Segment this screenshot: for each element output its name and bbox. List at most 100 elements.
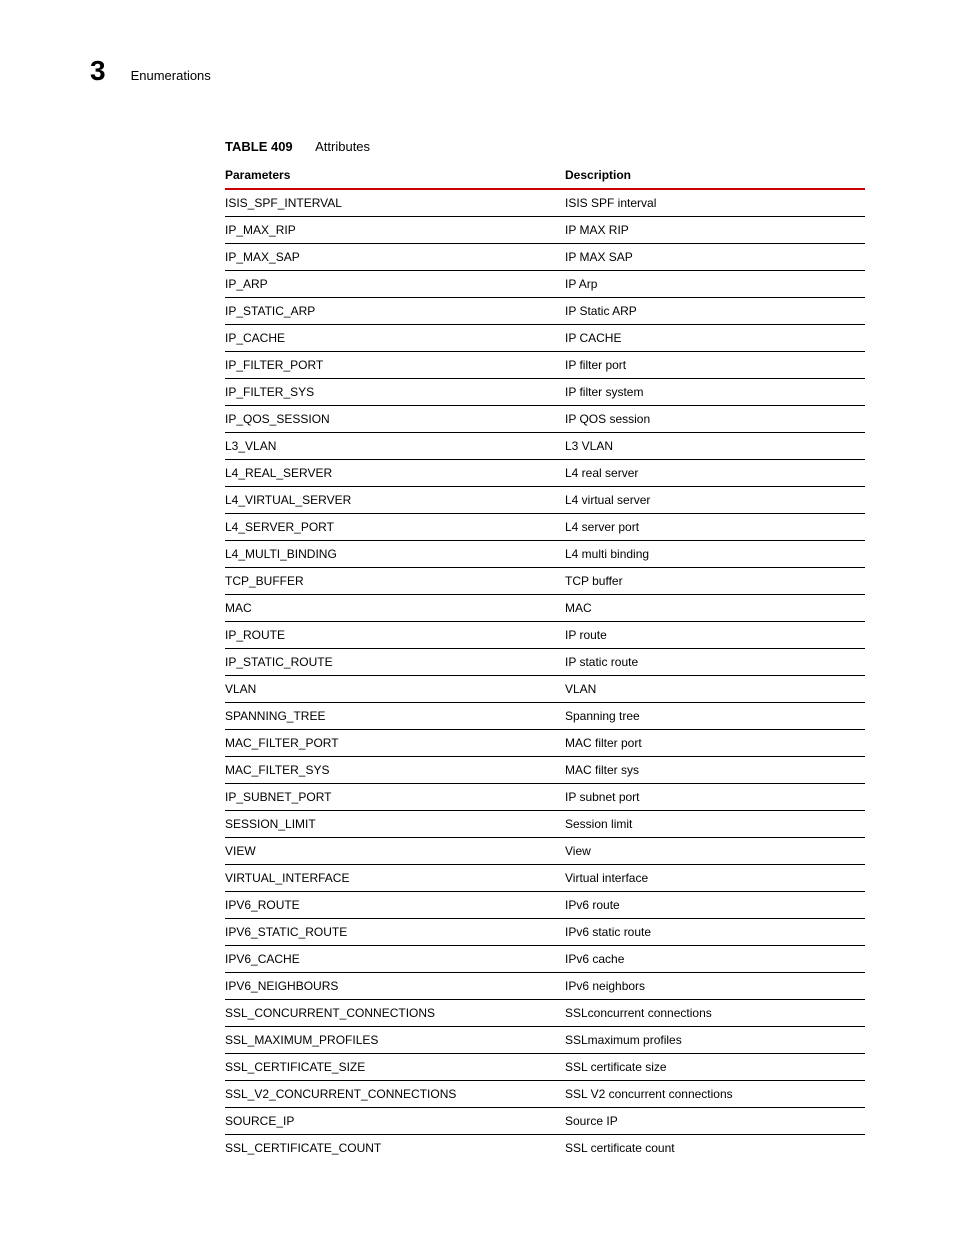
cell-parameter: IP_FILTER_SYS <box>225 379 565 406</box>
cell-parameter: IP_ROUTE <box>225 622 565 649</box>
column-header-description: Description <box>565 162 865 189</box>
cell-parameter: MAC_FILTER_PORT <box>225 730 565 757</box>
cell-description: SSL certificate count <box>565 1135 865 1162</box>
table-row: IP_ROUTEIP route <box>225 622 865 649</box>
cell-description: Session limit <box>565 811 865 838</box>
cell-parameter: VLAN <box>225 676 565 703</box>
table-row: L4_SERVER_PORTL4 server port <box>225 514 865 541</box>
cell-description: IP route <box>565 622 865 649</box>
table-row: SOURCE_IPSource IP <box>225 1108 865 1135</box>
cell-parameter: IP_ARP <box>225 271 565 298</box>
cell-description: IPv6 static route <box>565 919 865 946</box>
cell-description: IPv6 neighbors <box>565 973 865 1000</box>
cell-parameter: SOURCE_IP <box>225 1108 565 1135</box>
table-row: IP_MAX_RIPIP MAX RIP <box>225 217 865 244</box>
cell-description: SSLconcurrent connections <box>565 1000 865 1027</box>
table-row: IP_STATIC_ROUTEIP static route <box>225 649 865 676</box>
cell-parameter: IP_SUBNET_PORT <box>225 784 565 811</box>
table-row: L4_REAL_SERVERL4 real server <box>225 460 865 487</box>
table-row: SSL_CONCURRENT_CONNECTIONSSSLconcurrent … <box>225 1000 865 1027</box>
table-row: MACMAC <box>225 595 865 622</box>
cell-parameter: IP_STATIC_ARP <box>225 298 565 325</box>
table-row: SESSION_LIMITSession limit <box>225 811 865 838</box>
cell-description: L4 virtual server <box>565 487 865 514</box>
cell-parameter: SSL_MAXIMUM_PROFILES <box>225 1027 565 1054</box>
cell-parameter: IPV6_NEIGHBOURS <box>225 973 565 1000</box>
cell-parameter: SSL_CERTIFICATE_COUNT <box>225 1135 565 1162</box>
table-row: IP_FILTER_SYSIP filter system <box>225 379 865 406</box>
cell-description: IP MAX SAP <box>565 244 865 271</box>
cell-parameter: SSL_CERTIFICATE_SIZE <box>225 1054 565 1081</box>
cell-description: IP subnet port <box>565 784 865 811</box>
cell-parameter: SSL_V2_CONCURRENT_CONNECTIONS <box>225 1081 565 1108</box>
table-title: TABLE 409 Attributes <box>225 138 865 156</box>
cell-parameter: L4_MULTI_BINDING <box>225 541 565 568</box>
cell-parameter: IPV6_ROUTE <box>225 892 565 919</box>
table-row: VLANVLAN <box>225 676 865 703</box>
table-row: IPV6_NEIGHBOURSIPv6 neighbors <box>225 973 865 1000</box>
cell-parameter: IP_STATIC_ROUTE <box>225 649 565 676</box>
table-row: SSL_MAXIMUM_PROFILESSSLmaximum profiles <box>225 1027 865 1054</box>
table-row: IPV6_ROUTEIPv6 route <box>225 892 865 919</box>
cell-parameter: TCP_BUFFER <box>225 568 565 595</box>
cell-description: IPv6 cache <box>565 946 865 973</box>
cell-description: L4 real server <box>565 460 865 487</box>
cell-description: MAC filter port <box>565 730 865 757</box>
table-row: ISIS_SPF_INTERVALISIS SPF interval <box>225 189 865 217</box>
table-row: MAC_FILTER_SYSMAC filter sys <box>225 757 865 784</box>
cell-description: Virtual interface <box>565 865 865 892</box>
cell-description: IP Static ARP <box>565 298 865 325</box>
table-row: VIRTUAL_INTERFACEVirtual interface <box>225 865 865 892</box>
cell-parameter: SPANNING_TREE <box>225 703 565 730</box>
table-row: SSL_CERTIFICATE_SIZESSL certificate size <box>225 1054 865 1081</box>
cell-description: IP MAX RIP <box>565 217 865 244</box>
cell-description: TCP buffer <box>565 568 865 595</box>
cell-parameter: SESSION_LIMIT <box>225 811 565 838</box>
table-row: TCP_BUFFERTCP buffer <box>225 568 865 595</box>
cell-description: Source IP <box>565 1108 865 1135</box>
table-row: MAC_FILTER_PORTMAC filter port <box>225 730 865 757</box>
cell-description: IP CACHE <box>565 325 865 352</box>
table-row: IP_QOS_SESSIONIP QOS session <box>225 406 865 433</box>
cell-parameter: IP_CACHE <box>225 325 565 352</box>
cell-description: SSLmaximum profiles <box>565 1027 865 1054</box>
table-row: L4_VIRTUAL_SERVERL4 virtual server <box>225 487 865 514</box>
cell-parameter: SSL_CONCURRENT_CONNECTIONS <box>225 1000 565 1027</box>
cell-description: IP QOS session <box>565 406 865 433</box>
cell-description: L4 server port <box>565 514 865 541</box>
cell-parameter: IPV6_CACHE <box>225 946 565 973</box>
cell-parameter: L4_VIRTUAL_SERVER <box>225 487 565 514</box>
table-row: IP_MAX_SAPIP MAX SAP <box>225 244 865 271</box>
table-row: SSL_CERTIFICATE_COUNTSSL certificate cou… <box>225 1135 865 1162</box>
cell-parameter: L3_VLAN <box>225 433 565 460</box>
cell-parameter: MAC <box>225 595 565 622</box>
cell-parameter: L4_SERVER_PORT <box>225 514 565 541</box>
cell-description: L3 VLAN <box>565 433 865 460</box>
table-row: IP_STATIC_ARPIP Static ARP <box>225 298 865 325</box>
cell-description: MAC <box>565 595 865 622</box>
cell-parameter: ISIS_SPF_INTERVAL <box>225 189 565 217</box>
cell-description: Spanning tree <box>565 703 865 730</box>
table-row: VIEWView <box>225 838 865 865</box>
table-row: IP_CACHEIP CACHE <box>225 325 865 352</box>
cell-parameter: L4_REAL_SERVER <box>225 460 565 487</box>
chapter-number: 3 <box>90 55 106 87</box>
cell-description: IP static route <box>565 649 865 676</box>
content-area: TABLE 409 Attributes Parameters Descript… <box>225 138 865 1161</box>
cell-description: IP Arp <box>565 271 865 298</box>
section-title: Enumerations <box>131 68 211 83</box>
cell-description: ISIS SPF interval <box>565 189 865 217</box>
table-caption: Attributes <box>315 139 370 154</box>
table-row: IP_FILTER_PORTIP filter port <box>225 352 865 379</box>
cell-parameter: IP_QOS_SESSION <box>225 406 565 433</box>
cell-parameter: IPV6_STATIC_ROUTE <box>225 919 565 946</box>
cell-description: SSL certificate size <box>565 1054 865 1081</box>
page-header: 3 Enumerations <box>90 55 211 87</box>
cell-parameter: VIRTUAL_INTERFACE <box>225 865 565 892</box>
table-row: IPV6_STATIC_ROUTEIPv6 static route <box>225 919 865 946</box>
cell-parameter: IP_MAX_RIP <box>225 217 565 244</box>
cell-description: IP filter port <box>565 352 865 379</box>
cell-description: VLAN <box>565 676 865 703</box>
column-header-parameters: Parameters <box>225 162 565 189</box>
table-row: IPV6_CACHEIPv6 cache <box>225 946 865 973</box>
